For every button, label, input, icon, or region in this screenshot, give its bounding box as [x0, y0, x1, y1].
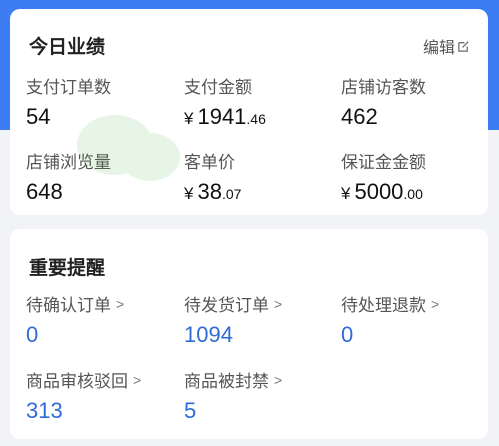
currency-symbol: ¥ — [184, 184, 194, 203]
value-integer: 1941 — [197, 104, 247, 129]
stat-value: ¥1941.46 — [184, 104, 334, 130]
reminder-value: 313 — [26, 398, 63, 423]
edit-icon — [458, 40, 469, 52]
reminder-label: 商品被封禁 — [184, 372, 269, 391]
value-decimal: .00 — [403, 186, 423, 202]
reminder-product-review-rejected[interactable]: 商品审核驳回 > 313 — [26, 367, 176, 424]
reminder-label: 待发货订单 — [184, 296, 269, 315]
reminder-label: 商品审核驳回 — [26, 372, 128, 391]
stat-value: ¥5000.00 — [341, 179, 491, 205]
stat-value: 462 — [341, 104, 378, 129]
reminder-label: 待确认订单 — [26, 296, 111, 315]
reminder-value: 0 — [341, 322, 354, 347]
stat-label: 保证金金额 — [341, 153, 426, 172]
stat-label: 支付金额 — [184, 78, 252, 97]
stat-value: ¥38.07 — [184, 179, 334, 205]
stat-store-visitors[interactable]: 店铺访客数 462 — [341, 73, 491, 130]
currency-symbol: ¥ — [341, 184, 351, 203]
reminder-pending-confirm-orders[interactable]: 待确认订单 > 0 — [26, 291, 176, 348]
stat-value: 648 — [26, 179, 63, 204]
value-integer: 38 — [197, 179, 222, 204]
stat-deposit-amount[interactable]: 保证金金额 ¥5000.00 — [341, 148, 491, 205]
stat-label: 店铺访客数 — [341, 78, 426, 97]
reminder-value: 0 — [26, 322, 39, 347]
reminder-value: 1094 — [184, 322, 233, 347]
edit-button[interactable]: 编辑 — [423, 34, 470, 58]
currency-symbol: ¥ — [184, 109, 194, 128]
edit-label: 编辑 — [422, 40, 455, 57]
stat-value: 54 — [26, 104, 51, 129]
today-performance-card: 今日业绩 编辑 支付订单数 54 支付金额 ¥1941.46 店铺访客数 462… — [10, 9, 488, 215]
chevron-right-icon: > — [133, 371, 142, 388]
value-decimal: .07 — [221, 186, 242, 202]
stat-paid-amount[interactable]: 支付金额 ¥1941.46 — [184, 73, 334, 130]
chevron-right-icon: > — [274, 295, 283, 312]
stat-store-pageviews[interactable]: 店铺浏览量 648 — [26, 148, 176, 205]
stat-avg-order-value[interactable]: 客单价 ¥38.07 — [184, 148, 334, 205]
important-reminders-title: 重要提醒 — [29, 258, 106, 279]
reminder-label: 待处理退款 — [341, 296, 426, 315]
value-decimal: .46 — [246, 111, 266, 127]
important-reminders-card: 重要提醒 待确认订单 > 0 待发货订单 > 1094 待处理退款 > 0 商品审核驳… — [10, 229, 488, 439]
reminder-pending-shipment-orders[interactable]: 待发货订单 > 1094 — [184, 291, 334, 348]
value-integer: 5000 — [354, 179, 404, 204]
reminder-pending-refunds[interactable]: 待处理退款 > 0 — [341, 291, 491, 348]
stat-paid-orders[interactable]: 支付订单数 54 — [26, 73, 176, 130]
today-performance-title: 今日业绩 — [29, 37, 106, 58]
chevron-right-icon: > — [431, 295, 440, 312]
stat-label: 支付订单数 — [26, 78, 111, 97]
stat-label: 客单价 — [184, 153, 235, 172]
chevron-right-icon: > — [274, 371, 283, 388]
stat-label: 店铺浏览量 — [26, 153, 111, 172]
chevron-right-icon: > — [116, 295, 125, 312]
reminder-product-banned[interactable]: 商品被封禁 > 5 — [184, 367, 334, 424]
reminder-value: 5 — [184, 398, 197, 423]
